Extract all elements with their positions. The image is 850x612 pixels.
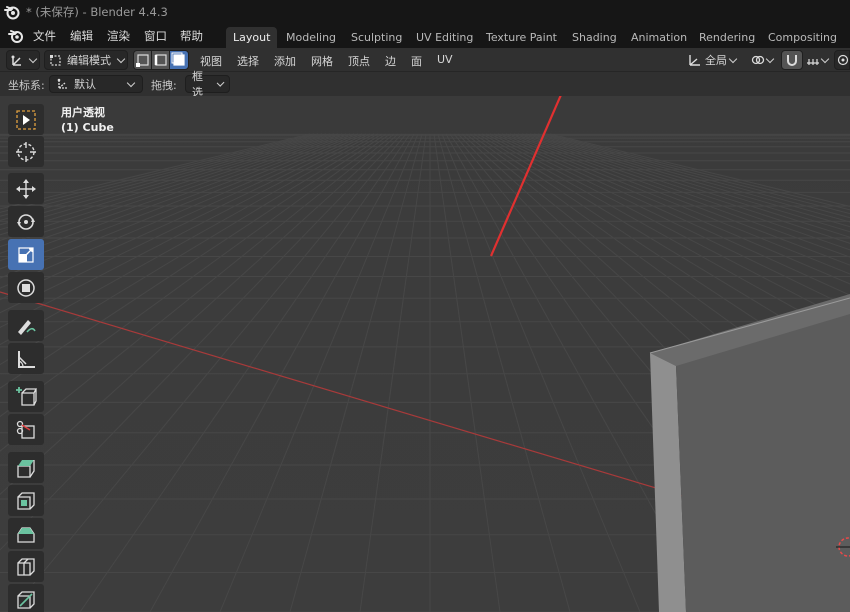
editor-type-button[interactable] xyxy=(6,50,40,70)
3d-viewport[interactable]: 用户透视 (1) Cube xyxy=(0,96,850,612)
loop-cut-icon xyxy=(17,557,35,576)
snap-increment-icon xyxy=(807,59,819,65)
tab-texture-paint[interactable]: Texture Paint xyxy=(479,27,564,48)
tab-modeling[interactable]: Modeling xyxy=(279,27,343,48)
inset-icon xyxy=(17,491,35,510)
object-label: (1) Cube xyxy=(61,121,114,134)
menu-window[interactable]: 窗口 xyxy=(144,28,167,44)
tool-add-cube[interactable] xyxy=(8,381,44,412)
add-cube-icon xyxy=(16,386,38,406)
pivot-icon xyxy=(751,55,765,65)
extrude-icon xyxy=(17,459,35,478)
menu-vertex[interactable]: 顶点 xyxy=(348,53,370,69)
chevron-down-icon xyxy=(216,78,225,87)
annotate-icon xyxy=(18,319,36,335)
chevron-down-icon xyxy=(765,54,775,63)
drag-dropdown[interactable]: 框选 xyxy=(185,70,230,99)
edit-mode-icon xyxy=(50,55,61,66)
menu-uv[interactable]: UV xyxy=(437,53,453,66)
menu-select[interactable]: 选择 xyxy=(237,53,259,69)
edge-select-button[interactable] xyxy=(151,50,171,70)
view-name-label: 用户透视 xyxy=(61,106,105,119)
proportional-edit-toggle[interactable] xyxy=(834,50,850,70)
orientation-label: 全局 xyxy=(705,54,727,67)
rotate-icon xyxy=(17,213,35,230)
orientation-icon xyxy=(689,55,700,66)
blender-menu-icon[interactable] xyxy=(8,28,24,44)
tool-transform[interactable] xyxy=(8,272,44,303)
tool-knife[interactable] xyxy=(8,584,44,612)
transform-orientation-icon xyxy=(57,78,67,89)
transform-icon xyxy=(17,278,35,297)
face-select-icon xyxy=(171,52,185,66)
menu-edge[interactable]: 边 xyxy=(385,53,396,69)
window-title: * (未保存) - Blender 4.4.3 xyxy=(26,5,168,19)
menu-add[interactable]: 添加 xyxy=(274,53,296,69)
edge-select-icon xyxy=(154,54,167,66)
magnet-icon xyxy=(787,55,797,66)
menu-file[interactable]: 文件 xyxy=(33,28,56,44)
tab-compositing[interactable]: Compositing xyxy=(761,27,844,48)
tab-animation[interactable]: Animation xyxy=(624,27,694,48)
tab-rendering[interactable]: Rendering xyxy=(692,27,762,48)
knife-icon xyxy=(17,590,35,609)
drag-label: 拖拽: xyxy=(151,79,177,92)
viewport-header: 编辑模式 视图 选择 添加 网格 顶点 边 面 UV 全局 xyxy=(0,48,850,72)
menu-render[interactable]: 渲染 xyxy=(107,28,130,44)
menu-face[interactable]: 面 xyxy=(411,53,422,69)
tool-cut[interactable] xyxy=(8,414,44,445)
mode-label: 编辑模式 xyxy=(67,54,111,67)
proportional-edit-icon xyxy=(837,54,849,66)
cursor-icon xyxy=(16,141,36,162)
orientation-dropdown[interactable]: 全局 xyxy=(684,50,746,70)
mode-dropdown[interactable]: 编辑模式 xyxy=(44,50,128,70)
tool-cursor[interactable] xyxy=(8,136,44,167)
tool-bevel[interactable] xyxy=(8,518,44,549)
tool-measure[interactable] xyxy=(8,343,44,374)
vertex-select-icon xyxy=(136,54,149,67)
title-bar: * (未保存) - Blender 4.4.3 xyxy=(0,0,850,24)
coord-system-value: 默认 xyxy=(74,78,96,91)
bevel-icon xyxy=(17,526,35,543)
move-icon xyxy=(16,178,36,199)
tab-uv-editing[interactable]: UV Editing xyxy=(409,27,480,48)
viewport-grid xyxy=(0,96,850,612)
menu-help[interactable]: 帮助 xyxy=(180,28,203,44)
menu-edit[interactable]: 编辑 xyxy=(70,28,93,44)
tool-annotate[interactable] xyxy=(8,310,44,341)
tool-scale[interactable] xyxy=(8,239,44,270)
tool-settings-bar: 坐标系: 默认 拖拽: 框选 xyxy=(0,70,850,99)
coord-system-label: 坐标系: xyxy=(8,79,45,92)
tool-loop-cut[interactable] xyxy=(8,551,44,582)
tab-sculpting[interactable]: Sculpting xyxy=(344,27,409,48)
snap-target-dropdown[interactable] xyxy=(804,50,832,70)
measure-icon xyxy=(18,350,35,368)
tab-layout[interactable]: Layout xyxy=(226,27,278,48)
face-select-button[interactable] xyxy=(169,50,189,70)
tool-rotate[interactable] xyxy=(8,206,44,237)
snap-toggle[interactable] xyxy=(781,50,803,70)
chevron-down-icon xyxy=(728,54,738,63)
axes-icon xyxy=(11,55,21,66)
select-box-icon xyxy=(16,109,36,130)
tool-inset[interactable] xyxy=(8,485,44,516)
menu-view[interactable]: 视图 xyxy=(200,53,222,69)
scale-icon xyxy=(18,246,34,263)
chevron-down-icon xyxy=(126,78,136,87)
chevron-down-icon xyxy=(28,54,38,63)
pivot-dropdown[interactable] xyxy=(749,50,779,70)
menu-mesh[interactable]: 网格 xyxy=(311,53,333,69)
coord-system-dropdown[interactable]: 默认 xyxy=(49,75,143,93)
top-menu-bar: 文件 编辑 渲染 窗口 帮助 Layout Modeling Sculpting… xyxy=(0,24,850,48)
cut-icon xyxy=(16,420,35,439)
chevron-down-icon xyxy=(116,54,126,63)
tool-extrude[interactable] xyxy=(8,452,44,483)
tool-move[interactable] xyxy=(8,173,44,204)
tab-shading[interactable]: Shading xyxy=(565,27,624,48)
vertex-select-button[interactable] xyxy=(133,50,153,70)
chevron-down-icon xyxy=(820,54,830,63)
blender-logo-icon xyxy=(4,6,20,20)
tool-select-box[interactable] xyxy=(8,104,44,135)
